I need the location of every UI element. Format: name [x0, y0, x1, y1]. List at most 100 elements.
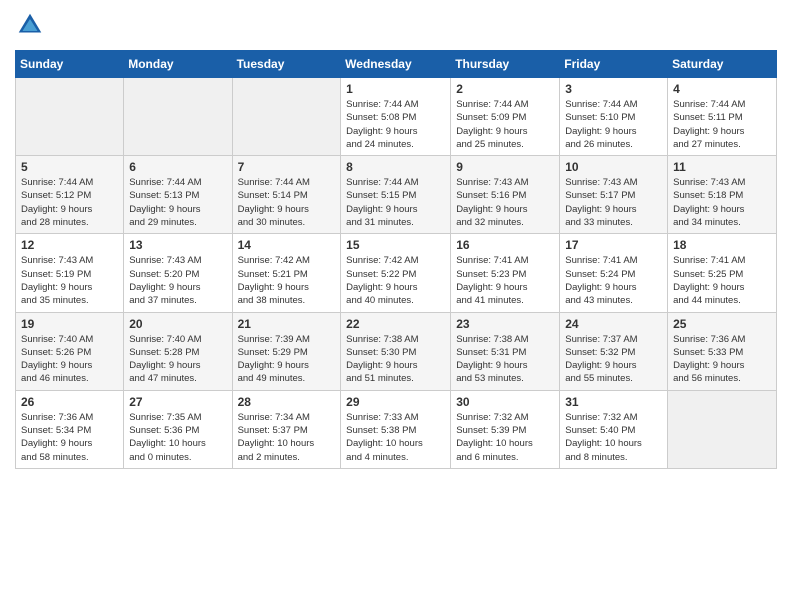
page-container: SundayMondayTuesdayWednesdayThursdayFrid… [0, 0, 792, 479]
day-number: 12 [21, 238, 118, 252]
day-info: Sunrise: 7:43 AM Sunset: 5:20 PM Dayligh… [129, 254, 226, 307]
day-number: 10 [565, 160, 662, 174]
day-number: 26 [21, 395, 118, 409]
day-info: Sunrise: 7:34 AM Sunset: 5:37 PM Dayligh… [238, 411, 336, 464]
day-number: 31 [565, 395, 662, 409]
day-number: 28 [238, 395, 336, 409]
calendar-day-cell: 15 Sunrise: 7:42 AM Sunset: 5:22 PM Dayli… [341, 234, 451, 312]
day-info: Sunrise: 7:32 AM Sunset: 5:40 PM Dayligh… [565, 411, 662, 464]
day-number: 20 [129, 317, 226, 331]
day-info: Sunrise: 7:40 AM Sunset: 5:26 PM Dayligh… [21, 333, 118, 386]
weekday-header: Sunday [16, 51, 124, 78]
day-number: 24 [565, 317, 662, 331]
calendar-day-cell: 5 Sunrise: 7:44 AM Sunset: 5:12 PM Daylig… [16, 156, 124, 234]
calendar-day-cell: 17 Sunrise: 7:41 AM Sunset: 5:24 PM Dayli… [560, 234, 668, 312]
day-number: 13 [129, 238, 226, 252]
day-info: Sunrise: 7:33 AM Sunset: 5:38 PM Dayligh… [346, 411, 445, 464]
weekday-header: Tuesday [232, 51, 341, 78]
day-number: 8 [346, 160, 445, 174]
day-info: Sunrise: 7:44 AM Sunset: 5:14 PM Dayligh… [238, 176, 336, 229]
day-number: 25 [673, 317, 771, 331]
day-number: 5 [21, 160, 118, 174]
calendar-week-row: 1 Sunrise: 7:44 AM Sunset: 5:08 PM Daylig… [16, 78, 777, 156]
day-info: Sunrise: 7:43 AM Sunset: 5:18 PM Dayligh… [673, 176, 771, 229]
calendar-day-cell: 26 Sunrise: 7:36 AM Sunset: 5:34 PM Dayli… [16, 390, 124, 468]
calendar-day-cell: 10 Sunrise: 7:43 AM Sunset: 5:17 PM Dayli… [560, 156, 668, 234]
day-info: Sunrise: 7:40 AM Sunset: 5:28 PM Dayligh… [129, 333, 226, 386]
calendar-week-row: 5 Sunrise: 7:44 AM Sunset: 5:12 PM Daylig… [16, 156, 777, 234]
day-info: Sunrise: 7:44 AM Sunset: 5:10 PM Dayligh… [565, 98, 662, 151]
logo-icon [15, 10, 45, 40]
day-info: Sunrise: 7:44 AM Sunset: 5:13 PM Dayligh… [129, 176, 226, 229]
weekday-header: Saturday [668, 51, 777, 78]
day-info: Sunrise: 7:37 AM Sunset: 5:32 PM Dayligh… [565, 333, 662, 386]
calendar-day-cell: 21 Sunrise: 7:39 AM Sunset: 5:29 PM Dayli… [232, 312, 341, 390]
day-info: Sunrise: 7:38 AM Sunset: 5:31 PM Dayligh… [456, 333, 554, 386]
day-number: 27 [129, 395, 226, 409]
day-info: Sunrise: 7:43 AM Sunset: 5:16 PM Dayligh… [456, 176, 554, 229]
calendar-day-cell: 3 Sunrise: 7:44 AM Sunset: 5:10 PM Daylig… [560, 78, 668, 156]
day-number: 14 [238, 238, 336, 252]
day-info: Sunrise: 7:44 AM Sunset: 5:12 PM Dayligh… [21, 176, 118, 229]
day-info: Sunrise: 7:41 AM Sunset: 5:25 PM Dayligh… [673, 254, 771, 307]
calendar-day-cell [16, 78, 124, 156]
day-number: 2 [456, 82, 554, 96]
weekday-header-row: SundayMondayTuesdayWednesdayThursdayFrid… [16, 51, 777, 78]
day-info: Sunrise: 7:35 AM Sunset: 5:36 PM Dayligh… [129, 411, 226, 464]
day-number: 7 [238, 160, 336, 174]
day-info: Sunrise: 7:44 AM Sunset: 5:15 PM Dayligh… [346, 176, 445, 229]
day-info: Sunrise: 7:41 AM Sunset: 5:24 PM Dayligh… [565, 254, 662, 307]
day-number: 30 [456, 395, 554, 409]
weekday-header: Thursday [451, 51, 560, 78]
day-number: 15 [346, 238, 445, 252]
day-number: 3 [565, 82, 662, 96]
day-info: Sunrise: 7:44 AM Sunset: 5:08 PM Dayligh… [346, 98, 445, 151]
calendar-week-row: 19Sunrise: 7:40 AM Sunset: 5:26 PM Dayli… [16, 312, 777, 390]
day-number: 16 [456, 238, 554, 252]
day-info: Sunrise: 7:42 AM Sunset: 5:22 PM Dayligh… [346, 254, 445, 307]
day-number: 21 [238, 317, 336, 331]
calendar-day-cell: 6 Sunrise: 7:44 AM Sunset: 5:13 PM Daylig… [124, 156, 232, 234]
day-info: Sunrise: 7:44 AM Sunset: 5:09 PM Dayligh… [456, 98, 554, 151]
weekday-header: Wednesday [341, 51, 451, 78]
calendar-day-cell: 23 Sunrise: 7:38 AM Sunset: 5:31 PM Dayli… [451, 312, 560, 390]
calendar-day-cell: 11 Sunrise: 7:43 AM Sunset: 5:18 PM Dayli… [668, 156, 777, 234]
calendar-day-cell: 8 Sunrise: 7:44 AM Sunset: 5:15 PM Daylig… [341, 156, 451, 234]
day-number: 22 [346, 317, 445, 331]
calendar-day-cell: 20 Sunrise: 7:40 AM Sunset: 5:28 PM Dayli… [124, 312, 232, 390]
day-info: Sunrise: 7:36 AM Sunset: 5:34 PM Dayligh… [21, 411, 118, 464]
day-info: Sunrise: 7:43 AM Sunset: 5:17 PM Dayligh… [565, 176, 662, 229]
day-number: 1 [346, 82, 445, 96]
calendar-day-cell: 18 Sunrise: 7:41 AM Sunset: 5:25 PM Dayli… [668, 234, 777, 312]
calendar-day-cell: 27 Sunrise: 7:35 AM Sunset: 5:36 PM Dayli… [124, 390, 232, 468]
day-number: 18 [673, 238, 771, 252]
calendar-day-cell: 2 Sunrise: 7:44 AM Sunset: 5:09 PM Daylig… [451, 78, 560, 156]
day-number: 6 [129, 160, 226, 174]
logo [15, 10, 49, 40]
calendar-day-cell: 28 Sunrise: 7:34 AM Sunset: 5:37 PM Dayli… [232, 390, 341, 468]
calendar-day-cell: 25 Sunrise: 7:36 AM Sunset: 5:33 PM Dayli… [668, 312, 777, 390]
calendar-day-cell: 16Sunrise: 7:41 AM Sunset: 5:23 PM Dayli… [451, 234, 560, 312]
day-info: Sunrise: 7:39 AM Sunset: 5:29 PM Dayligh… [238, 333, 336, 386]
calendar-day-cell [124, 78, 232, 156]
calendar-day-cell: 1 Sunrise: 7:44 AM Sunset: 5:08 PM Daylig… [341, 78, 451, 156]
weekday-header: Friday [560, 51, 668, 78]
day-number: 23 [456, 317, 554, 331]
calendar-day-cell: 31 Sunrise: 7:32 AM Sunset: 5:40 PM Dayli… [560, 390, 668, 468]
calendar-day-cell: 13 Sunrise: 7:43 AM Sunset: 5:20 PM Dayli… [124, 234, 232, 312]
calendar-day-cell [232, 78, 341, 156]
day-number: 11 [673, 160, 771, 174]
calendar-day-cell: 9 Sunrise: 7:43 AM Sunset: 5:16 PM Daylig… [451, 156, 560, 234]
calendar-day-cell: 29 Sunrise: 7:33 AM Sunset: 5:38 PM Dayli… [341, 390, 451, 468]
calendar-day-cell: 7 Sunrise: 7:44 AM Sunset: 5:14 PM Daylig… [232, 156, 341, 234]
day-number: 9 [456, 160, 554, 174]
day-info: Sunrise: 7:36 AM Sunset: 5:33 PM Dayligh… [673, 333, 771, 386]
day-number: 17 [565, 238, 662, 252]
calendar-week-row: 26 Sunrise: 7:36 AM Sunset: 5:34 PM Dayli… [16, 390, 777, 468]
calendar-week-row: 12Sunrise: 7:43 AM Sunset: 5:19 PM Dayli… [16, 234, 777, 312]
calendar-day-cell: 12Sunrise: 7:43 AM Sunset: 5:19 PM Dayli… [16, 234, 124, 312]
day-info: Sunrise: 7:42 AM Sunset: 5:21 PM Dayligh… [238, 254, 336, 307]
weekday-header: Monday [124, 51, 232, 78]
day-number: 29 [346, 395, 445, 409]
day-info: Sunrise: 7:44 AM Sunset: 5:11 PM Dayligh… [673, 98, 771, 151]
